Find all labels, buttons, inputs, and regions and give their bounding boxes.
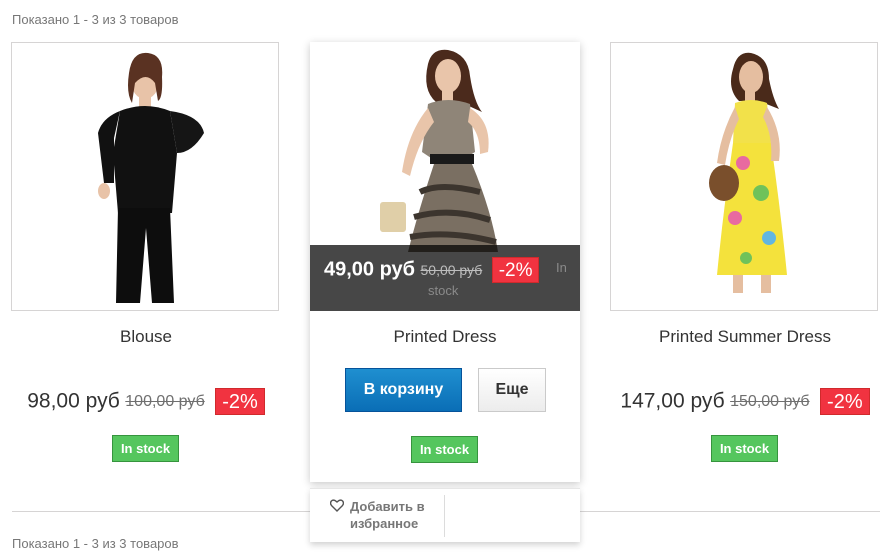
price: 49,00 руб	[324, 258, 416, 281]
overlay-stock-text: In	[556, 260, 567, 275]
wishlist-bar: Добавить в избранное	[310, 488, 580, 542]
old-price: 150,00 руб	[730, 392, 810, 410]
overlay-price-line: 49,00 руб 50,00 руб -2%	[324, 257, 540, 283]
heart-icon	[330, 499, 344, 512]
discount-badge: -2%	[491, 257, 540, 283]
price-row: 98,00 руб 100,00 руб -2%	[11, 388, 281, 415]
price-overlay: 49,00 руб 50,00 руб -2% In stock	[310, 245, 580, 311]
stock-badge: In stock	[112, 435, 179, 462]
price: 147,00 руб	[620, 389, 725, 413]
product-name[interactable]: Blouse	[11, 327, 281, 347]
product-image-printed-summer-dress[interactable]	[610, 42, 878, 311]
price: 98,00 руб	[27, 389, 120, 413]
stock-badge: In stock	[711, 435, 778, 462]
product-count-top: Показано 1 - 3 из 3 товаров	[12, 12, 179, 27]
product-photo	[12, 43, 278, 310]
wishlist-separator	[444, 495, 445, 537]
add-to-cart-button[interactable]: В корзину	[345, 368, 462, 412]
overlay-stock-text: stock	[428, 283, 459, 298]
discount-badge: -2%	[215, 388, 265, 415]
product-name[interactable]: Printed Summer Dress	[610, 327, 880, 347]
product-count-bottom: Показано 1 - 3 из 3 товаров	[12, 536, 179, 551]
more-button[interactable]: Еще	[478, 368, 546, 412]
discount-badge: -2%	[820, 388, 870, 415]
add-to-wishlist-link[interactable]: Добавить в избранное	[330, 498, 442, 532]
old-price: 50,00 руб	[420, 262, 483, 278]
product-image-blouse[interactable]	[11, 42, 279, 311]
price-row: 147,00 руб 150,00 руб -2%	[610, 388, 880, 415]
product-photo	[611, 43, 877, 310]
product-name[interactable]: Printed Dress	[310, 327, 580, 347]
wishlist-label: Добавить в избранное	[350, 499, 425, 531]
stock-badge: In stock	[411, 436, 478, 463]
old-price: 100,00 руб	[125, 392, 205, 410]
